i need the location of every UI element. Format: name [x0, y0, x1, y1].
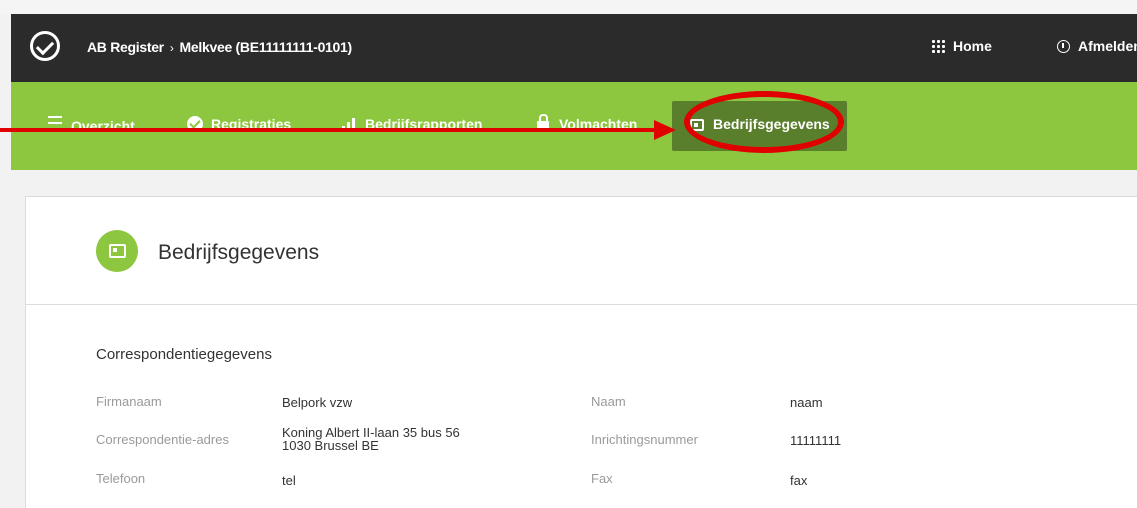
- breadcrumb-root[interactable]: AB Register: [87, 39, 164, 55]
- correspondentie-adres-line2: 1030 Brussel BE: [282, 438, 379, 453]
- window-top-edge: [0, 0, 1137, 14]
- page-header: Bedrijfsgegevens: [26, 197, 1137, 305]
- home-label: Home: [953, 38, 992, 54]
- correspondentie-adres-label: Correspondentie-adres: [96, 432, 229, 447]
- logout-label: Afmelden: [1078, 38, 1137, 54]
- firmanaam-label: Firmanaam: [96, 394, 162, 409]
- page-title: Bedrijfsgegevens: [158, 241, 320, 264]
- section-title: Correspondentiegegevens: [96, 346, 272, 363]
- breadcrumb: AB Register › Melkvee (BE11111111-0101): [87, 39, 352, 55]
- power-icon: [1057, 40, 1070, 53]
- check-logo-icon[interactable]: [30, 31, 60, 61]
- annotation-arrow-head: [654, 120, 676, 140]
- firmanaam-value: Belpork vzw: [282, 395, 353, 410]
- annotation-arrow-line: [0, 128, 656, 132]
- content-panel: Bedrijfsgegevens Correspondentiegegevens…: [25, 196, 1137, 508]
- inrichtingsnummer-label: Inrichtingsnummer: [591, 432, 698, 447]
- telefoon-value: tel: [282, 473, 296, 488]
- top-bar: AB Register › Melkvee (BE11111111-0101) Ho…: [11, 14, 1137, 82]
- home-link[interactable]: Home: [931, 38, 992, 54]
- main-nav: Overzicht Registraties Bedrijfsrapporten…: [11, 82, 1137, 170]
- naam-value: naam: [790, 395, 823, 410]
- logout-link[interactable]: Afmelden: [1057, 38, 1137, 54]
- fax-value: fax: [790, 473, 808, 488]
- naam-label: Naam: [591, 394, 626, 409]
- annotation-highlight-ring: [684, 91, 844, 153]
- id-card-icon: [109, 244, 126, 258]
- fax-label: Fax: [591, 471, 613, 486]
- telefoon-label: Telefoon: [96, 471, 146, 486]
- breadcrumb-separator: ›: [169, 41, 174, 55]
- page-title-badge: [96, 230, 138, 272]
- grid-icon: [931, 39, 945, 53]
- inrichtingsnummer-value: 11111111: [790, 433, 842, 448]
- breadcrumb-current: Melkvee (BE11111111-0101): [179, 39, 353, 55]
